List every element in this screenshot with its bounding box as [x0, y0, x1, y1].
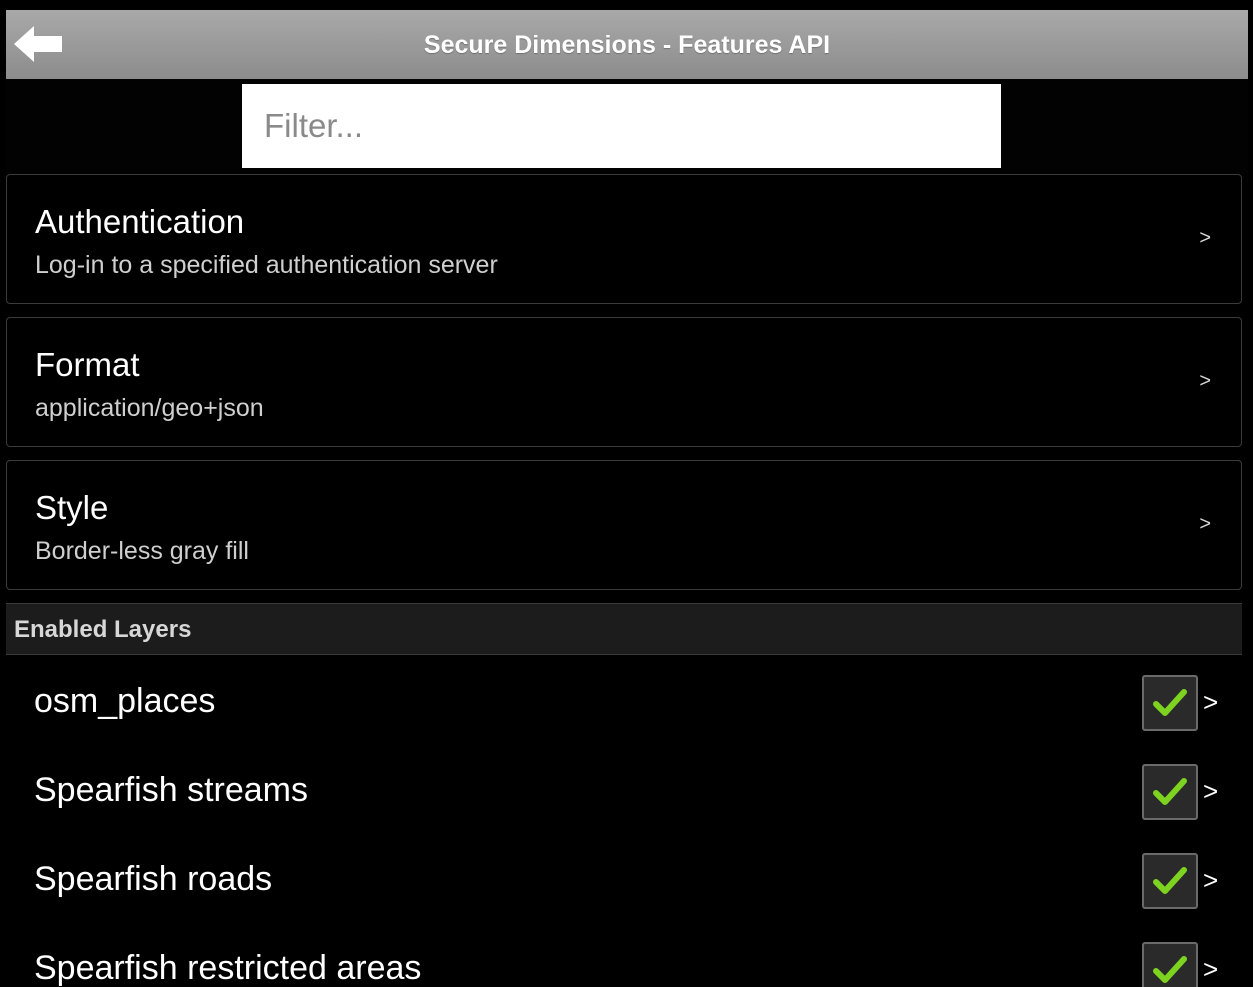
page-title: Secure Dimensions - Features API: [423, 31, 831, 59]
check-mark-icon: [1153, 689, 1187, 716]
layer-checkbox[interactable]: [1142, 675, 1198, 731]
check-mark-icon: [1153, 778, 1187, 805]
chevron-right-icon[interactable]: >: [1203, 776, 1218, 807]
layer-row-spearfish-roads[interactable]: Spearfish roads >: [6, 837, 1242, 925]
chevron-right-icon[interactable]: >: [1203, 687, 1218, 718]
layer-name: Spearfish roads: [34, 860, 273, 898]
layer-checkbox[interactable]: [1142, 764, 1198, 820]
layer-row-spearfish-streams[interactable]: Spearfish streams >: [6, 748, 1242, 836]
layer-row-osm-places[interactable]: osm_places >: [6, 659, 1242, 747]
chevron-right-icon: >: [1199, 227, 1211, 249]
filter-input[interactable]: [242, 84, 1001, 168]
authentication-setting[interactable]: Authentication Log-in to a specified aut…: [6, 174, 1242, 304]
enabled-layers-header: Enabled Layers: [6, 603, 1242, 655]
style-setting[interactable]: Style Border-less gray fill >: [6, 460, 1242, 590]
setting-subtitle: Log-in to a specified authentication ser…: [35, 251, 498, 279]
layer-row-spearfish-restricted-areas[interactable]: Spearfish restricted areas >: [6, 926, 1242, 987]
layer-name: osm_places: [34, 682, 216, 720]
check-mark-icon: [1153, 867, 1187, 894]
chevron-right-icon: >: [1199, 513, 1211, 535]
chevron-right-icon: >: [1199, 370, 1211, 392]
title-bar: Secure Dimensions - Features API: [6, 10, 1248, 79]
section-label: Enabled Layers: [14, 616, 192, 643]
layer-checkbox[interactable]: [1142, 853, 1198, 909]
setting-subtitle: Border-less gray fill: [35, 537, 249, 565]
filter-bar: [6, 79, 1248, 174]
chevron-right-icon[interactable]: >: [1203, 954, 1218, 985]
layer-name: Spearfish restricted areas: [34, 949, 422, 987]
setting-title: Format: [35, 346, 140, 383]
check-mark-icon: [1153, 956, 1187, 983]
layer-name: Spearfish streams: [34, 771, 308, 809]
app-window: Secure Dimensions - Features API Authent…: [6, 10, 1248, 987]
setting-title: Authentication: [35, 203, 245, 240]
setting-subtitle: application/geo+json: [35, 394, 264, 422]
format-setting[interactable]: Format application/geo+json >: [6, 317, 1242, 447]
chevron-right-icon[interactable]: >: [1203, 865, 1218, 896]
setting-title: Style: [35, 489, 109, 526]
layer-checkbox[interactable]: [1142, 942, 1198, 987]
